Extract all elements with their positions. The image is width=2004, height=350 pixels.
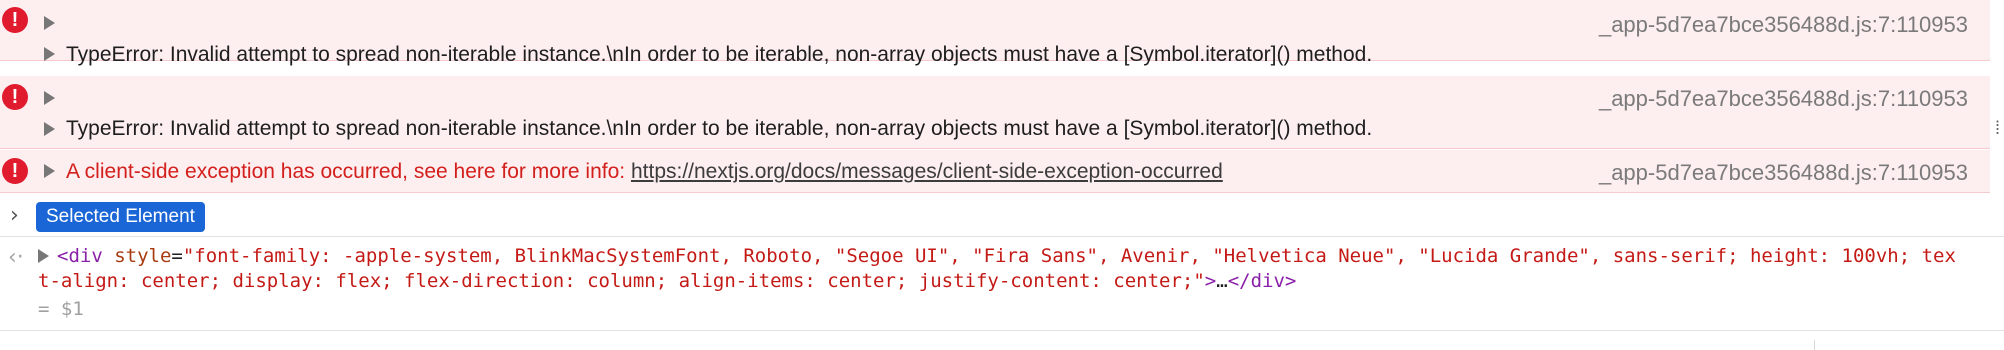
attr-name: style — [102, 245, 172, 267]
error-message: TypeError: Invalid attempt to spread non… — [66, 117, 1373, 140]
divider — [0, 330, 2004, 331]
source-link[interactable]: _app-5d7ea7bce356488d.js:7:110953 — [1599, 12, 1968, 38]
disclosure-triangle-icon[interactable] — [44, 164, 55, 178]
disclosure-triangle-icon[interactable] — [44, 122, 55, 136]
tag-open: <div — [57, 245, 103, 267]
error-circle-icon: ! — [2, 7, 28, 33]
docs-link[interactable]: https://nextjs.org/docs/messages/client-… — [631, 160, 1223, 183]
console-error-entry[interactable]: ! _app-5d7ea7bce356488d.js:7:110953 Type… — [0, 76, 1990, 149]
disclosure-triangle-icon[interactable] — [44, 91, 55, 105]
divider — [0, 236, 2004, 237]
tag-close: </div> — [1227, 270, 1297, 292]
element-output[interactable]: <div style="font-family: -apple-system, … — [38, 244, 1958, 294]
disclosure-triangle-icon[interactable] — [44, 16, 55, 30]
source-link[interactable]: _app-5d7ea7bce356488d.js:7:110953 — [1599, 160, 1968, 186]
error-message-text: A client-side exception has occurred, se… — [66, 160, 631, 183]
back-arrow-icon: ‹· — [8, 245, 24, 270]
tag-mid: > — [1204, 270, 1217, 292]
source-link[interactable]: _app-5d7ea7bce356488d.js:7:110953 — [1599, 86, 1968, 112]
pipe-mark: ⁞ — [1995, 118, 2001, 138]
result-variable: = $1 — [38, 298, 84, 320]
console-error-entry[interactable]: ! A client-side exception has occurred, … — [0, 150, 1990, 193]
attr-value: "font-family: -apple-system, BlinkMacSys… — [38, 245, 1956, 292]
console-panel: ! _app-5d7ea7bce356488d.js:7:110953 Type… — [0, 0, 2004, 350]
disclosure-triangle-icon[interactable] — [44, 47, 55, 61]
error-message: A client-side exception has occurred, se… — [66, 160, 1223, 184]
console-error-entry[interactable]: ! _app-5d7ea7bce356488d.js:7:110953 Type… — [0, 0, 1990, 66]
ellipsis[interactable]: … — [1216, 270, 1227, 292]
error-circle-icon: ! — [2, 84, 28, 110]
error-message: TypeError: Invalid attempt to spread non… — [66, 43, 1373, 66]
attr-eq: = — [171, 245, 183, 267]
disclosure-triangle-icon[interactable] — [38, 249, 49, 263]
chevron-right-icon: › — [10, 203, 19, 228]
scroll-indicator — [1814, 340, 1815, 350]
selected-element-badge[interactable]: Selected Element — [36, 202, 205, 232]
error-circle-icon: ! — [2, 158, 28, 184]
